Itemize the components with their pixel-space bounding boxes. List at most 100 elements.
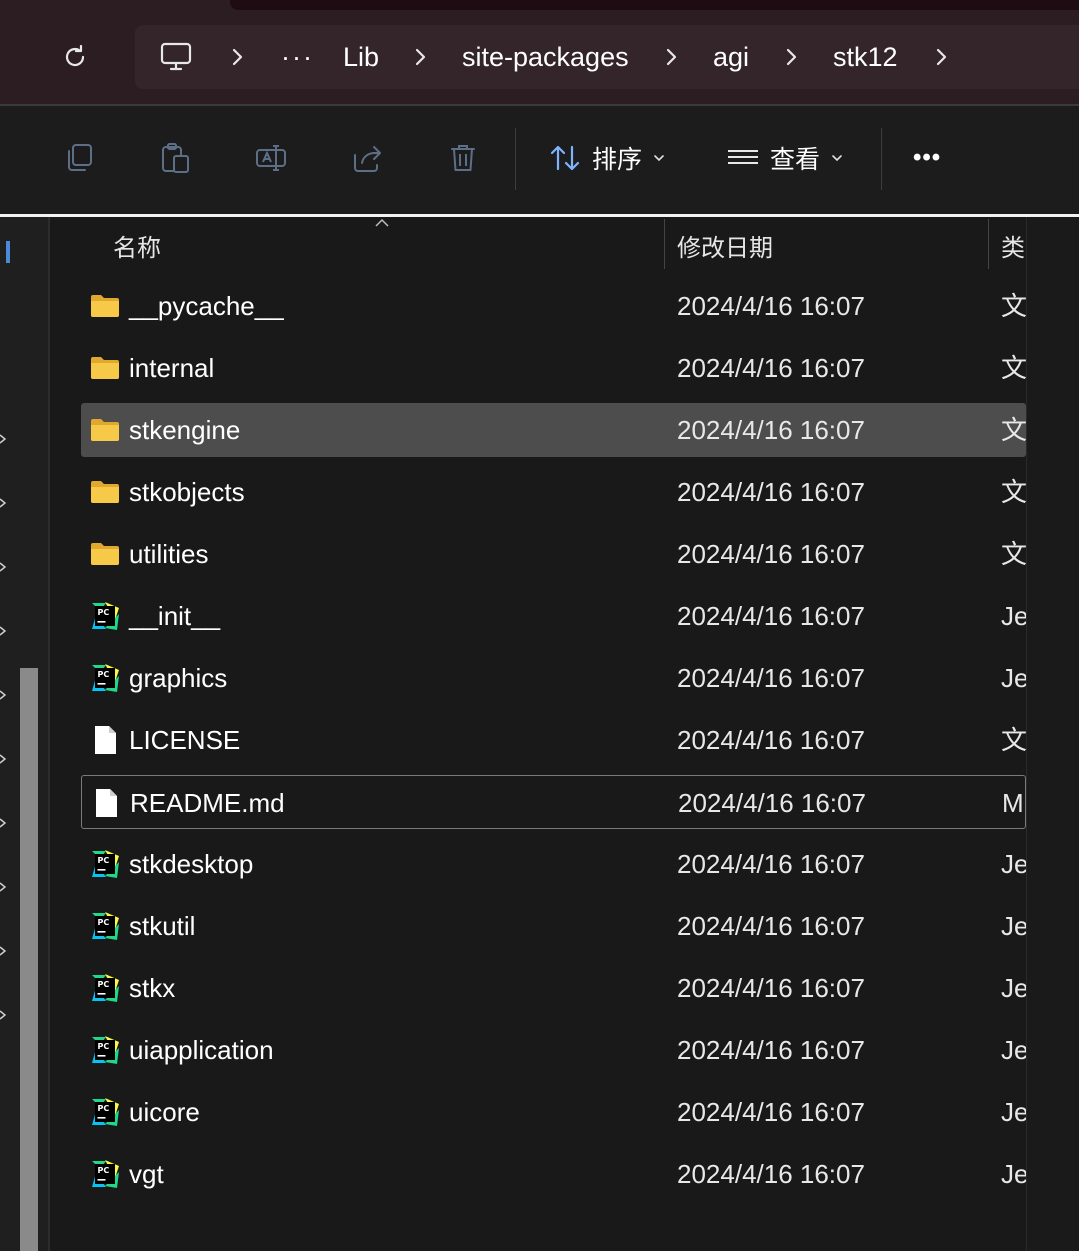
breadcrumb-agi[interactable]: agi xyxy=(713,25,749,89)
file-modified-date: 2024/4/16 16:07 xyxy=(677,663,865,693)
nav-expand-icon[interactable] xyxy=(0,817,6,829)
toolbar-divider xyxy=(0,214,1079,217)
file-type: M xyxy=(1002,788,1024,818)
view-label: 查看 xyxy=(770,146,821,174)
nav-expand-icon[interactable] xyxy=(0,1009,6,1021)
file-name: LICENSE xyxy=(129,725,241,755)
file-row[interactable]: README.md 2024/4/16 16:07 M xyxy=(81,775,1026,829)
file-row[interactable]: PC stkutil 2024/4/16 16:07 Je xyxy=(81,899,1026,953)
view-list-icon xyxy=(728,150,758,164)
share-button[interactable] xyxy=(341,132,393,184)
address-bar[interactable]: ··· Lib site-packages agi stk12 xyxy=(135,25,1079,89)
file-type: Je xyxy=(1001,849,1026,879)
this-pc-crumb[interactable] xyxy=(159,25,193,89)
trash-icon xyxy=(451,145,475,171)
file-type: Je xyxy=(1001,911,1026,941)
paste-icon xyxy=(162,143,189,173)
file-name: stkobjects xyxy=(129,477,245,507)
copy-button[interactable] xyxy=(53,132,105,184)
file-row[interactable]: PC graphics 2024/4/16 16:07 Je xyxy=(81,651,1026,705)
file-row[interactable]: PC uiapplication 2024/4/16 16:07 Je xyxy=(81,1023,1026,1077)
svg-text:PC: PC xyxy=(98,1042,110,1051)
nav-expand-icon[interactable] xyxy=(0,881,6,893)
file-name: stkdesktop xyxy=(129,849,254,879)
file-row[interactable]: stkobjects 2024/4/16 16:07 文 xyxy=(81,465,1026,519)
chevron-right-icon[interactable] xyxy=(779,45,803,69)
nav-scrollbar[interactable] xyxy=(20,668,38,1251)
file-row[interactable]: PC __init__ 2024/4/16 16:07 Je xyxy=(81,589,1026,643)
navigation-pane[interactable] xyxy=(0,217,48,1251)
file-row[interactable]: LICENSE 2024/4/16 16:07 文 xyxy=(81,713,1026,767)
rename-button[interactable] xyxy=(245,132,297,184)
folder-icon xyxy=(89,290,121,322)
file-type: 文 xyxy=(1001,415,1026,445)
file-name: utilities xyxy=(129,539,209,569)
file-name: __pycache__ xyxy=(129,291,284,321)
column-resize-handle[interactable] xyxy=(664,219,665,269)
pane-divider[interactable] xyxy=(48,217,50,1251)
column-header-type[interactable]: 类 xyxy=(1001,219,1026,271)
title-bar: ··· Lib site-packages agi stk12 xyxy=(0,0,1079,104)
chevron-down-icon xyxy=(832,155,842,162)
file-row[interactable]: PC uicore 2024/4/16 16:07 Je xyxy=(81,1085,1026,1139)
sort-dropdown[interactable]: 排序 xyxy=(548,132,666,184)
file-name: stkx xyxy=(129,973,176,1003)
view-dropdown[interactable]: 查看 xyxy=(726,132,844,184)
file-type: 文 xyxy=(1001,725,1026,755)
refresh-button[interactable] xyxy=(58,40,92,74)
file-type: Je xyxy=(1001,1035,1026,1065)
sort-label: 排序 xyxy=(592,146,643,174)
breadcrumb-overflow[interactable]: ··· xyxy=(281,25,314,89)
file-type: Je xyxy=(1001,973,1026,1003)
file-modified-date: 2024/4/16 16:07 xyxy=(677,477,865,507)
file-row[interactable]: __pycache__ 2024/4/16 16:07 文 xyxy=(81,279,1026,333)
file-row[interactable]: PC stkx 2024/4/16 16:07 Je xyxy=(81,961,1026,1015)
delete-button[interactable] xyxy=(437,132,489,184)
breadcrumb-stk12[interactable]: stk12 xyxy=(833,25,898,89)
file-type: Je xyxy=(1001,601,1026,631)
nav-expand-icon[interactable] xyxy=(0,561,6,573)
pycharm-icon: PC xyxy=(89,910,121,942)
file-type: 文 xyxy=(1001,353,1026,383)
file-row[interactable]: internal 2024/4/16 16:07 文 xyxy=(81,341,1026,395)
paste-button[interactable] xyxy=(149,132,201,184)
folder-icon xyxy=(89,476,121,508)
nav-expand-icon[interactable] xyxy=(0,753,6,765)
nav-expand-icon[interactable] xyxy=(0,497,6,509)
chevron-right-icon[interactable] xyxy=(659,45,683,69)
file-row[interactable]: stkengine 2024/4/16 16:07 文 xyxy=(81,403,1026,457)
file-type: Je xyxy=(1001,1097,1026,1127)
file-type: Je xyxy=(1001,1159,1026,1189)
file-modified-date: 2024/4/16 16:07 xyxy=(677,849,865,879)
nav-expand-icon[interactable] xyxy=(0,945,6,957)
column-header-name[interactable]: 名称 xyxy=(113,219,663,271)
details-pane-edge xyxy=(1026,217,1079,1251)
nav-expand-icon[interactable] xyxy=(0,689,6,701)
svg-text:PC: PC xyxy=(98,980,110,989)
file-modified-date: 2024/4/16 16:07 xyxy=(677,601,865,631)
file-name: internal xyxy=(129,353,215,383)
file-row[interactable]: PC stkdesktop 2024/4/16 16:07 Je xyxy=(81,837,1026,891)
chevron-right-icon[interactable] xyxy=(929,45,953,69)
document-icon xyxy=(89,724,121,756)
file-name: stkengine xyxy=(129,415,241,445)
toolbar-separator xyxy=(881,128,882,190)
file-modified-date: 2024/4/16 16:07 xyxy=(677,415,865,445)
chevron-right-icon[interactable] xyxy=(225,45,249,69)
nav-expand-icon[interactable] xyxy=(0,625,6,637)
file-name: __init__ xyxy=(129,601,221,631)
folder-icon xyxy=(89,538,121,570)
column-header-modified[interactable]: 修改日期 xyxy=(677,219,987,271)
chevron-right-icon[interactable] xyxy=(408,45,432,69)
nav-expand-icon[interactable] xyxy=(0,433,6,445)
column-resize-handle[interactable] xyxy=(988,219,989,269)
breadcrumb-lib[interactable]: Lib xyxy=(343,25,379,89)
breadcrumb-site-packages[interactable]: site-packages xyxy=(462,25,629,89)
svg-text:PC: PC xyxy=(98,1104,110,1113)
file-row[interactable]: PC vgt 2024/4/16 16:07 Je xyxy=(81,1147,1026,1201)
pycharm-icon: PC xyxy=(89,1034,121,1066)
see-more-button[interactable]: ••• xyxy=(913,132,941,184)
file-modified-date: 2024/4/16 16:07 xyxy=(677,353,865,383)
svg-text:PC: PC xyxy=(98,608,110,617)
file-row[interactable]: utilities 2024/4/16 16:07 文 xyxy=(81,527,1026,581)
